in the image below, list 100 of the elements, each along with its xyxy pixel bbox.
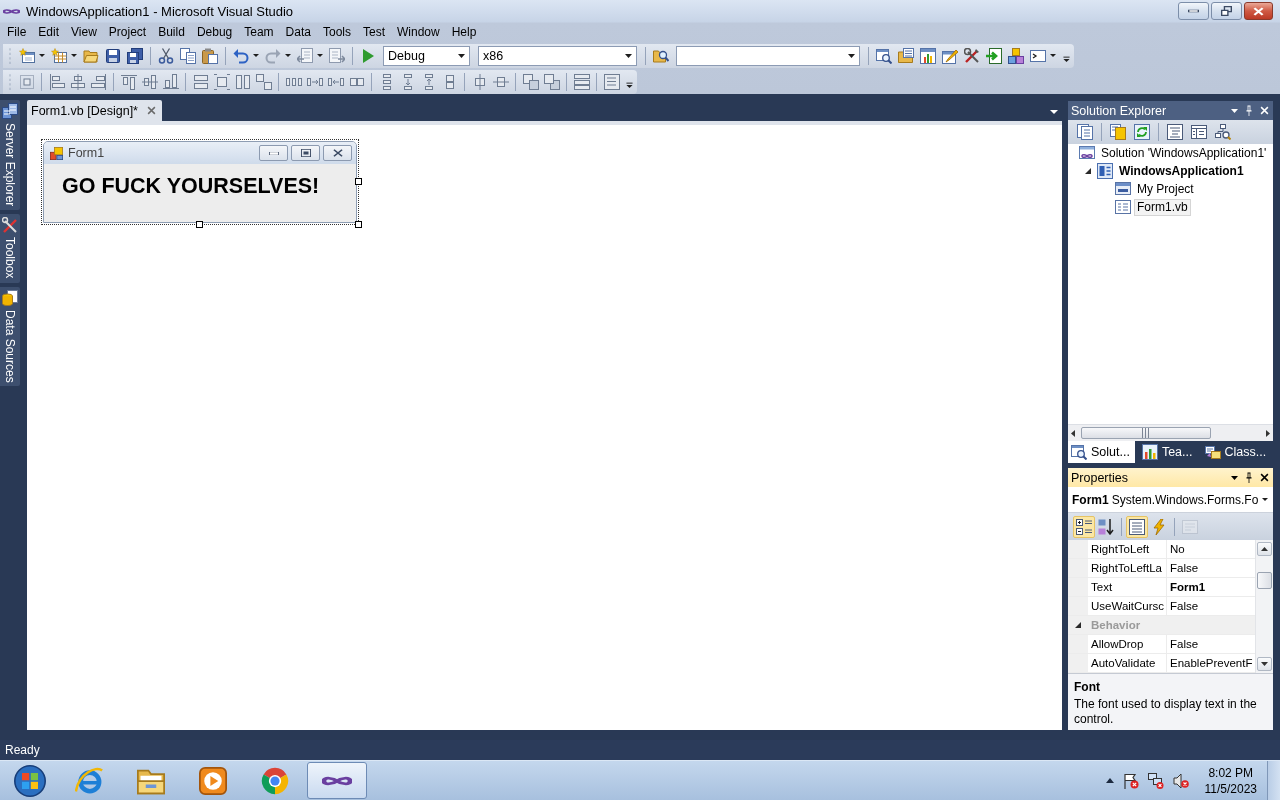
align-middle-icon[interactable] — [141, 73, 158, 90]
property-name[interactable]: UseWaitCursc — [1088, 597, 1167, 615]
caret-icon[interactable] — [317, 54, 323, 57]
caret-down-icon[interactable] — [1231, 108, 1238, 113]
pages-copy-icon[interactable] — [1110, 124, 1126, 140]
close-button[interactable] — [1244, 2, 1273, 20]
property-name[interactable]: AllowDrop — [1088, 635, 1167, 653]
folder-search-icon[interactable] — [653, 47, 669, 64]
form-lines-icon[interactable] — [1191, 124, 1207, 140]
menu-item[interactable]: Build — [152, 22, 191, 42]
close-icon[interactable] — [1260, 473, 1269, 482]
caret-icon[interactable] — [285, 54, 291, 57]
tree-item[interactable]: WindowsApplication1 — [1116, 162, 1247, 180]
align-left-icon[interactable] — [48, 73, 65, 90]
stacked-floppy-icon[interactable] — [127, 47, 143, 64]
side-tab[interactable]: Server Explorer — [0, 100, 20, 211]
clock-time[interactable]: 8:02 PM — [1208, 765, 1254, 780]
chevron-up-icon[interactable] — [1105, 778, 1114, 783]
side-tab[interactable]: Toolbox — [0, 214, 20, 283]
panel-tab[interactable]: Solut... — [1068, 441, 1135, 463]
configuration-dropdown[interactable]: Debug — [383, 45, 470, 66]
search-combo-field[interactable] — [676, 45, 860, 66]
scrollbar-thumb[interactable] — [1257, 572, 1272, 589]
play-icon[interactable] — [360, 47, 376, 64]
align-right-icon[interactable] — [90, 73, 107, 90]
caret-icon[interactable] — [253, 54, 259, 57]
equal-squares-icon[interactable] — [255, 73, 272, 90]
property-name[interactable]: Text — [1088, 578, 1167, 596]
tab-list-caret-icon[interactable] — [1050, 110, 1058, 114]
network-cross-icon[interactable] — [1147, 772, 1164, 789]
nodes-magnifier-icon[interactable] — [1215, 124, 1231, 140]
equal-height-bars-icon[interactable] — [234, 73, 251, 90]
tree-item[interactable]: Form1.vb — [1134, 198, 1191, 216]
caret-icon[interactable] — [71, 54, 77, 57]
arrow-box-icon[interactable] — [986, 47, 1002, 64]
side-tab[interactable]: Data Sources — [0, 286, 20, 387]
menu-item[interactable]: Debug — [190, 22, 239, 42]
tree-item[interactable]: Solution 'WindowsApplication1' — [1098, 144, 1270, 162]
equal-width-bars-icon[interactable] — [192, 73, 209, 90]
code-lines-icon[interactable] — [1167, 124, 1183, 140]
grid-star-icon[interactable] — [51, 47, 67, 64]
window-star-icon[interactable] — [19, 47, 35, 64]
view-button[interactable] — [1073, 515, 1095, 538]
scroll-up-button[interactable] — [1257, 542, 1272, 556]
menu-item[interactable]: Window — [391, 22, 446, 42]
tools-icon[interactable] — [964, 47, 980, 64]
list-box-icon[interactable] — [603, 73, 620, 90]
expanded-triangle-icon[interactable] — [1075, 622, 1081, 628]
window-pencil-icon[interactable] — [942, 47, 958, 64]
copy-icon[interactable] — [180, 47, 196, 64]
align-top-icon[interactable] — [120, 73, 137, 90]
menu-item[interactable]: View — [65, 22, 103, 42]
clipboard-icon[interactable] — [202, 47, 218, 64]
folder-list-icon[interactable] — [898, 47, 914, 64]
tree-item[interactable]: My Project — [1134, 180, 1197, 198]
scroll-left-icon[interactable] — [1071, 429, 1075, 437]
panel-tab[interactable]: Tea... — [1138, 441, 1198, 463]
scissors-icon[interactable] — [158, 47, 174, 64]
menu-item[interactable]: Edit — [32, 22, 66, 42]
expanded-triangle-icon[interactable] — [1085, 168, 1091, 174]
align-bottom-icon[interactable] — [162, 73, 179, 90]
page-arrow-right-icon[interactable] — [329, 47, 345, 64]
panel-tab[interactable]: Class... — [1201, 441, 1272, 463]
resize-handle[interactable] — [355, 178, 362, 185]
view-button[interactable] — [1126, 515, 1148, 538]
resize-handle[interactable] — [355, 221, 362, 228]
menu-item[interactable]: Project — [102, 22, 153, 42]
open-folder-icon[interactable] — [83, 47, 99, 64]
menu-item[interactable]: Tools — [316, 22, 357, 42]
taskbar-app-button[interactable] — [307, 762, 367, 799]
menu-item[interactable]: Help — [445, 22, 483, 42]
horizontal-scrollbar[interactable] — [1068, 424, 1273, 441]
resize-handle[interactable] — [196, 221, 203, 228]
refresh-icon[interactable] — [1134, 124, 1150, 140]
property-name[interactable]: AutoValidate — [1088, 654, 1167, 672]
overlapping-squares-icon[interactable] — [522, 73, 539, 90]
caret-icon[interactable] — [1050, 54, 1056, 57]
grid-corners-icon[interactable] — [213, 73, 230, 90]
scroll-right-icon[interactable] — [1266, 429, 1270, 437]
scroll-down-button[interactable] — [1257, 657, 1272, 671]
close-button[interactable] — [323, 145, 352, 161]
overlapping-squares-back-icon[interactable] — [543, 73, 560, 90]
menu-item[interactable]: Team — [238, 22, 280, 42]
window-bars-icon[interactable] — [920, 47, 936, 64]
overflow-caret-icon[interactable] — [626, 81, 633, 88]
platform-dropdown[interactable]: x86 — [478, 45, 637, 66]
undo-icon[interactable] — [233, 47, 249, 64]
flag-cross-icon[interactable] — [1122, 772, 1139, 789]
caret-down-icon[interactable] — [1231, 475, 1238, 480]
clock-date[interactable]: 11/5/2023 — [1204, 781, 1257, 796]
property-name[interactable]: RightToLeft — [1088, 540, 1167, 558]
scrollbar-thumb[interactable] — [1081, 427, 1211, 439]
pin-icon[interactable] — [1245, 472, 1253, 483]
vertical-scrollbar[interactable] — [1255, 540, 1273, 673]
overflow-caret-icon[interactable] — [1063, 55, 1070, 62]
restore-button[interactable] — [1211, 2, 1242, 20]
stacked-rows-icon[interactable] — [573, 73, 590, 90]
menu-item[interactable]: Test — [356, 22, 391, 42]
speaker-cross-icon[interactable] — [1172, 772, 1189, 789]
stacked-pages-icon[interactable] — [1077, 124, 1093, 140]
